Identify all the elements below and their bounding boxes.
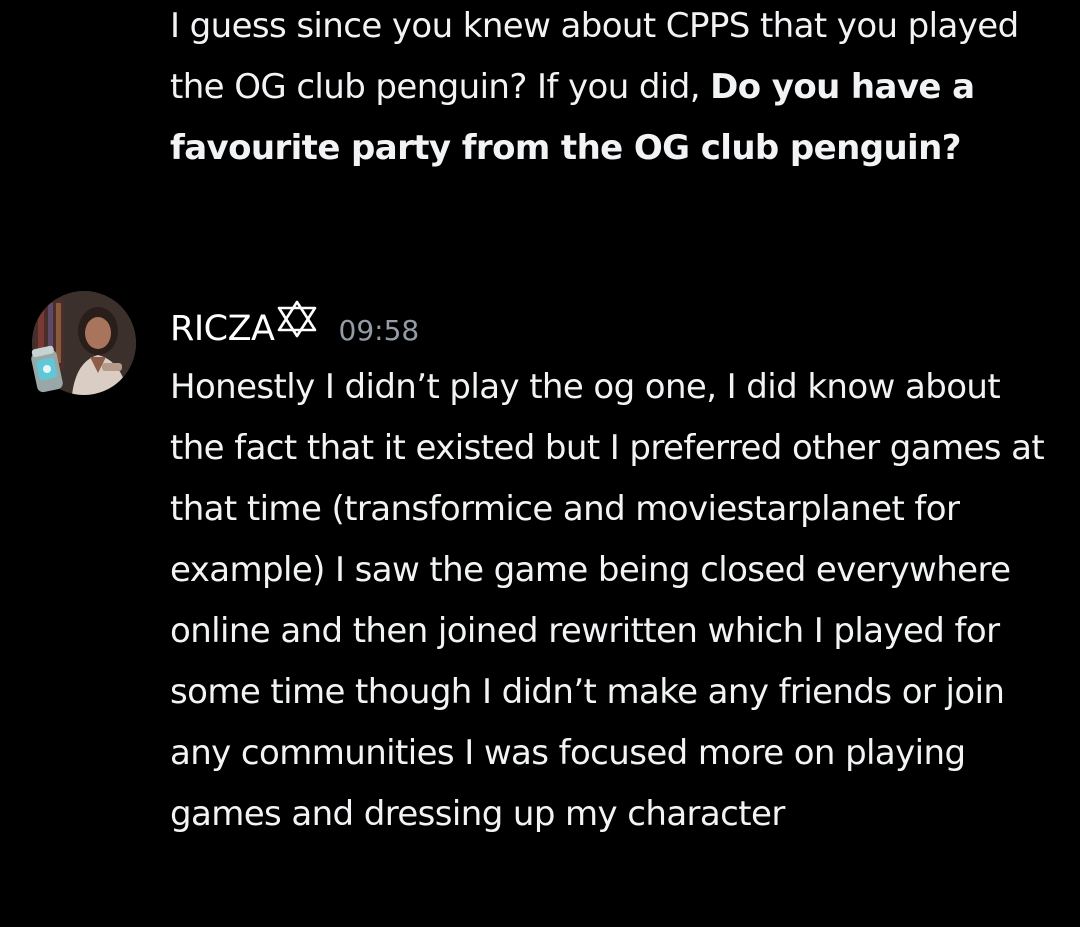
previous-message-content: I guess since you knew about CPPS that y… [170,0,1050,179]
message-timestamp: 09:58 [338,314,420,347]
avatar-decoration-icon [28,341,68,397]
pentagram-star-icon [275,300,319,340]
message-content: Honestly I didn’t play the og one, I did… [170,367,1045,834]
message-header: RICZA 09:58 [170,300,419,350]
chat-view: I guess since you knew about CPPS that y… [0,0,1080,927]
username[interactable]: RICZA [170,309,275,349]
avatar[interactable] [28,291,140,403]
